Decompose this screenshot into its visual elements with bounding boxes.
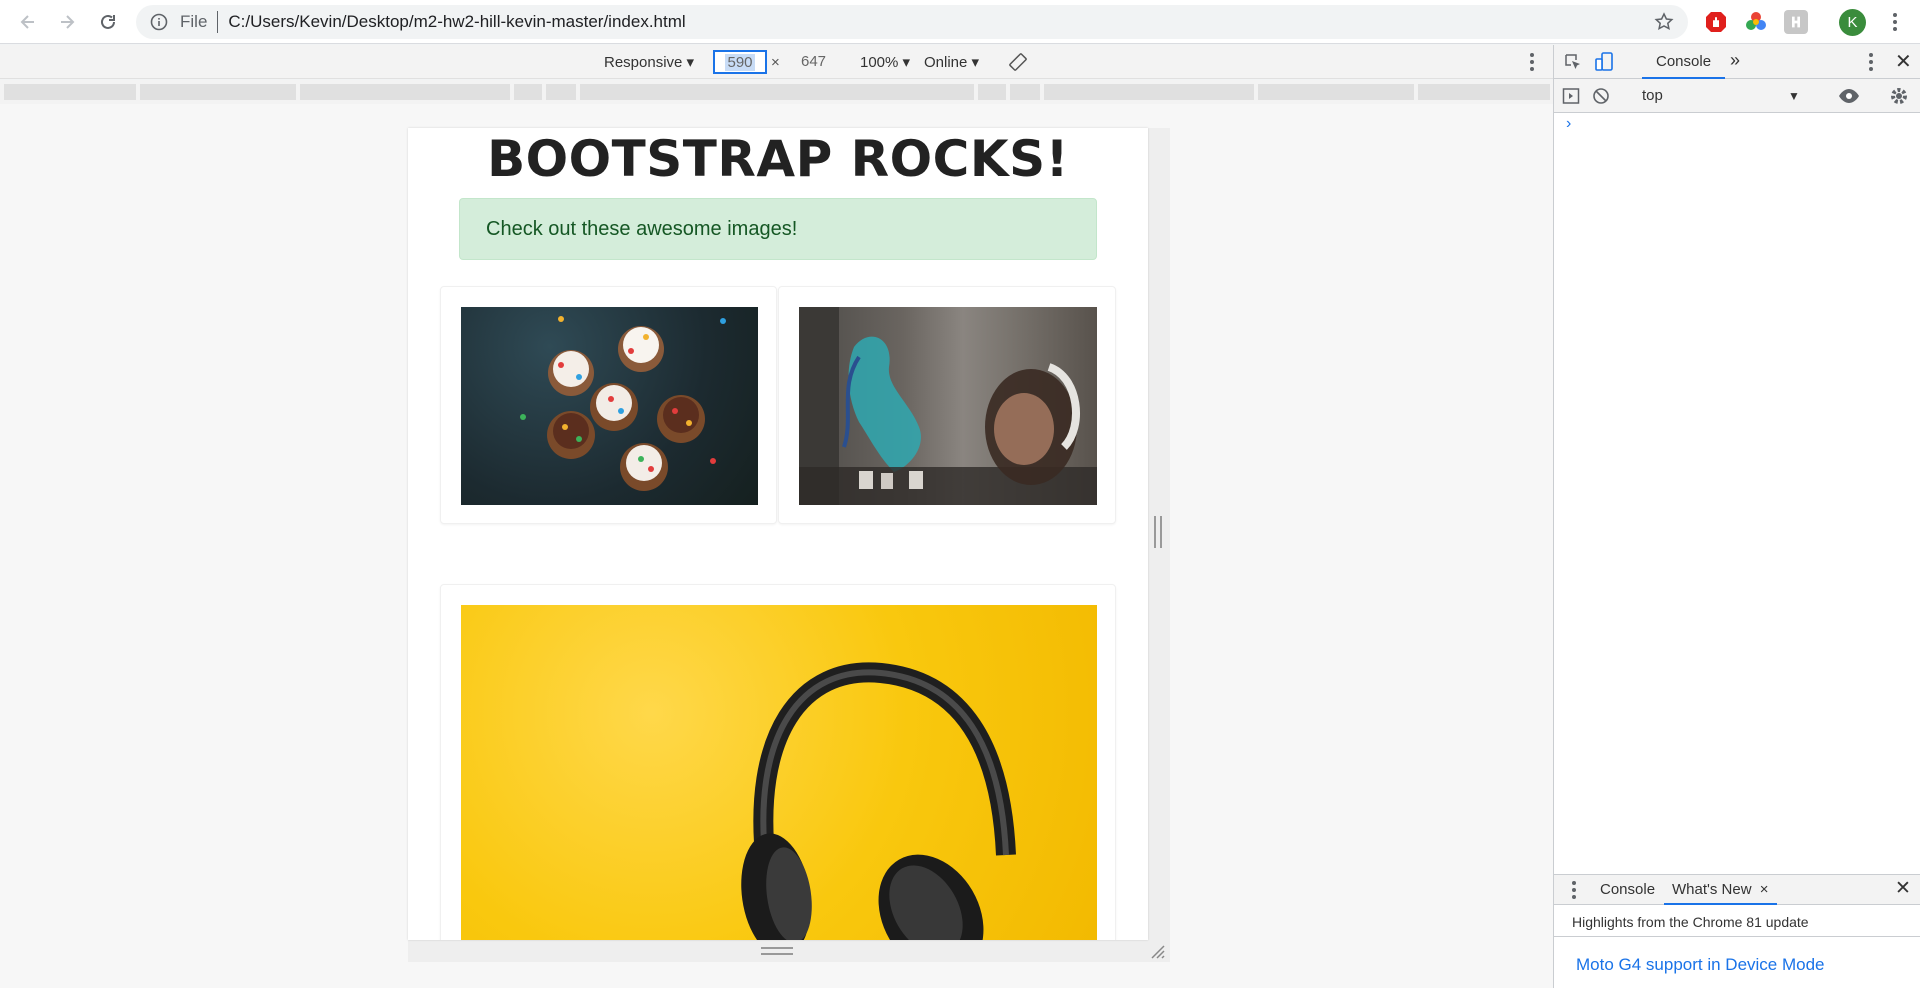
image-card-cupcakes xyxy=(440,286,777,524)
device-mode-label: Responsive xyxy=(604,54,683,71)
url-text[interactable]: C:/Users/Kevin/Desktop/m2-hw2-hill-kevin… xyxy=(228,12,685,32)
tab-console[interactable]: Console xyxy=(1642,45,1726,79)
sidebar-toggle-icon[interactable] xyxy=(1562,87,1580,105)
console-toolbar: top ▼ xyxy=(1554,79,1920,113)
media-query-segment[interactable] xyxy=(4,84,136,100)
image-card-headphones xyxy=(440,584,1116,940)
close-devtools-icon[interactable]: ✕ xyxy=(1895,49,1912,74)
viewport-width-input[interactable]: 590 xyxy=(713,50,767,74)
omnibox-separator xyxy=(217,11,219,33)
device-toolbar-menu-icon[interactable] xyxy=(1520,50,1544,74)
address-bar[interactable]: File C:/Users/Kevin/Desktop/m2-hw2-hill-… xyxy=(136,5,1688,39)
resize-handle-horizontal[interactable] xyxy=(761,947,793,955)
cupcakes-image xyxy=(461,307,758,505)
emulated-viewport-area: BOOTSTRAP ROCKS! Check out these awesome… xyxy=(0,104,1553,988)
context-select[interactable]: top ▼ xyxy=(1642,87,1812,104)
viewport-height-input[interactable]: 647 xyxy=(801,53,826,70)
console-prompt[interactable]: › xyxy=(1566,115,1571,133)
device-toolbar: Responsive ▾ 590 × 647 100% ▾ Online ▾ xyxy=(0,45,1553,79)
resize-handle-vertical[interactable] xyxy=(1154,516,1162,548)
more-tabs-icon[interactable]: » xyxy=(1730,50,1740,71)
graffiti-image xyxy=(799,307,1097,505)
browser-menu-icon[interactable] xyxy=(1883,10,1907,34)
headphones-image xyxy=(461,605,1097,940)
media-query-segment[interactable] xyxy=(1418,84,1550,100)
resize-corner-icon[interactable] xyxy=(1150,944,1166,960)
whats-new-label: What's New xyxy=(1672,881,1752,898)
media-query-segment[interactable] xyxy=(580,84,974,100)
rotate-icon[interactable] xyxy=(1009,53,1027,71)
extension-icon[interactable] xyxy=(1784,10,1808,34)
media-query-segment[interactable] xyxy=(1258,84,1414,100)
drawer-menu-icon[interactable] xyxy=(1562,878,1586,902)
close-drawer-icon[interactable]: ✕ xyxy=(1895,877,1911,900)
media-query-segment[interactable] xyxy=(140,84,296,100)
eye-icon[interactable] xyxy=(1838,87,1860,105)
color-picker-extension-icon[interactable] xyxy=(1744,10,1768,34)
network-throttle-select[interactable]: Online ▾ xyxy=(924,53,979,71)
whats-new-heading: Highlights from the Chrome 81 update xyxy=(1554,905,1920,937)
emulated-page: BOOTSTRAP ROCKS! Check out these awesome… xyxy=(408,128,1148,940)
network-label: Online xyxy=(924,54,968,71)
media-query-segment[interactable] xyxy=(300,84,510,100)
clear-console-icon[interactable] xyxy=(1592,87,1610,105)
devtools-drawer: Console What's New × ✕ Highlights from t… xyxy=(1554,874,1920,988)
whats-new-link[interactable]: Moto G4 support in Device Mode xyxy=(1554,937,1920,975)
context-label: top xyxy=(1642,87,1663,104)
inspect-element-icon[interactable] xyxy=(1564,53,1582,71)
info-icon[interactable] xyxy=(150,13,168,31)
drawer-tab-console[interactable]: Console xyxy=(1600,881,1655,898)
settings-gear-icon[interactable] xyxy=(1889,86,1909,106)
zoom-select[interactable]: 100% ▾ xyxy=(860,53,910,71)
forward-button[interactable] xyxy=(47,2,87,42)
drawer-tab-whats-new[interactable]: What's New × xyxy=(1664,875,1777,905)
close-tab-icon[interactable]: × xyxy=(1760,881,1769,898)
arrow-right-icon xyxy=(61,15,75,29)
devtools-tabbar: Console » ✕ xyxy=(1554,45,1920,79)
dimension-times-icon: × xyxy=(771,54,780,71)
adblock-extension-icon[interactable] xyxy=(1704,10,1728,34)
reload-button[interactable] xyxy=(88,2,128,42)
media-query-segment[interactable] xyxy=(978,84,1006,100)
zoom-label: 100% xyxy=(860,54,899,71)
profile-avatar[interactable]: K xyxy=(1839,9,1866,36)
image-card-graffiti xyxy=(778,286,1116,524)
viewport-width-value: 590 xyxy=(725,53,755,71)
media-query-segment[interactable] xyxy=(514,84,542,100)
drawer-tabbar: Console What's New × ✕ xyxy=(1554,875,1920,905)
file-scheme-label: File xyxy=(180,12,208,31)
bookmark-star-icon[interactable] xyxy=(1654,12,1674,32)
back-button[interactable] xyxy=(8,2,48,42)
success-alert: Check out these awesome images! xyxy=(459,198,1097,260)
page-title: BOOTSTRAP ROCKS! xyxy=(487,130,1069,188)
devtools-menu-icon[interactable] xyxy=(1859,50,1883,74)
device-toggle-icon[interactable] xyxy=(1594,51,1614,73)
browser-toolbar: File C:/Users/Kevin/Desktop/m2-hw2-hill-… xyxy=(0,0,1920,44)
devtools-panel: Console » ✕ top ▼ › Console What's New × … xyxy=(1553,45,1920,988)
media-query-bar xyxy=(0,80,1553,104)
arrow-left-icon xyxy=(20,15,34,29)
media-query-segment[interactable] xyxy=(546,84,576,100)
reload-icon xyxy=(101,14,115,29)
device-mode-select[interactable]: Responsive ▾ xyxy=(604,53,694,71)
media-query-segment[interactable] xyxy=(1010,84,1040,100)
media-query-segment[interactable] xyxy=(1044,84,1254,100)
